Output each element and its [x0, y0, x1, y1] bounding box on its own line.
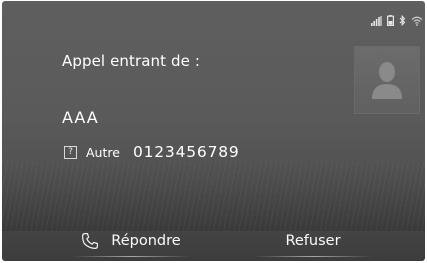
phone-number: 0123456789: [132, 143, 240, 161]
background-texture: [2, 161, 425, 231]
wifi-icon: [411, 16, 423, 26]
answer-label: Répondre: [111, 233, 181, 249]
incoming-call-screen: Appel entrant de : AAA ? Autre 012345678…: [2, 1, 425, 261]
decline-button[interactable]: Refuser: [254, 223, 372, 259]
decline-label: Refuser: [285, 233, 341, 249]
phone-battery-icon: [387, 15, 394, 26]
caller-name: AAA: [62, 108, 99, 127]
status-bar: [371, 15, 423, 26]
bluetooth-icon: [399, 15, 406, 26]
contact-avatar: [354, 46, 420, 114]
phone-handset-icon: [81, 232, 99, 250]
number-type-icon: ?: [64, 145, 77, 159]
signal-bars-icon: [371, 15, 382, 26]
number-type-label: Autre: [86, 144, 120, 160]
call-header: Appel entrant de :: [62, 52, 200, 70]
answer-button[interactable]: Répondre: [72, 223, 190, 259]
contact-silhouette-icon: [372, 62, 402, 99]
phone-number-row: ? Autre 0123456789: [64, 143, 240, 161]
